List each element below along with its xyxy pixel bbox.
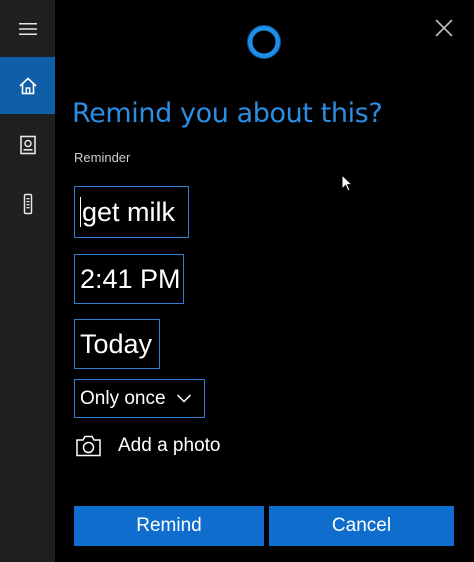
- cancel-button[interactable]: Cancel: [269, 506, 454, 546]
- mouse-pointer-icon: [341, 173, 354, 196]
- hamburger-menu-icon[interactable]: [0, 0, 55, 57]
- reminder-subject-value: get milk: [82, 196, 176, 227]
- reminder-time-value: 2:41 PM: [80, 263, 181, 294]
- sidebar-item-home[interactable]: [0, 57, 55, 114]
- reminder-date-field[interactable]: Today: [74, 319, 160, 369]
- close-button[interactable]: [430, 14, 458, 42]
- sidebar-item-notebook[interactable]: [0, 116, 55, 173]
- reminder-subject-field[interactable]: get milk: [74, 186, 189, 238]
- repeat-selected-value: Only once: [80, 387, 166, 409]
- remind-button[interactable]: Remind: [74, 506, 264, 546]
- page-title: Remind you about this?: [72, 98, 383, 129]
- chevron-down-icon: [176, 394, 192, 403]
- notebook-icon: [19, 135, 36, 154]
- camera-icon: [76, 435, 101, 457]
- device-icon: [23, 193, 32, 214]
- text-caret: [80, 197, 81, 227]
- add-photo-button[interactable]: Add a photo: [75, 432, 220, 460]
- sidebar-item-devices[interactable]: [0, 175, 55, 232]
- home-icon: [18, 76, 37, 94]
- repeat-dropdown[interactable]: Only once: [74, 379, 205, 418]
- reminder-time-field[interactable]: 2:41 PM: [74, 254, 184, 304]
- close-icon: [435, 19, 453, 37]
- cortana-ring-icon: [244, 22, 284, 62]
- add-photo-label: Add a photo: [118, 435, 221, 456]
- reminder-date-value: Today: [80, 328, 153, 359]
- reminder-label: Reminder: [74, 150, 131, 165]
- sidebar: [0, 0, 55, 562]
